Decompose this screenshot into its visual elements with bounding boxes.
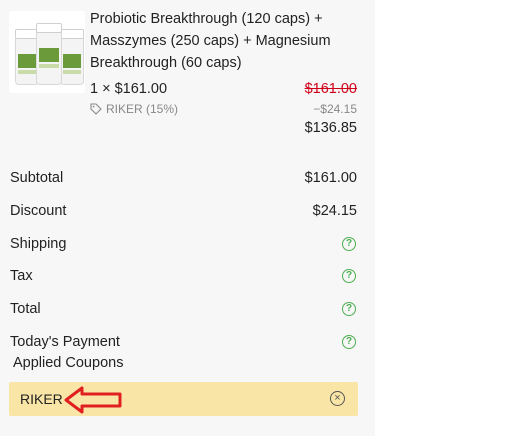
bottle-icon (36, 23, 62, 85)
total-row: Total ? (10, 301, 357, 321)
coupon-code: RIKER (20, 391, 63, 407)
product-title: Probiotic Breakthrough (120 caps) + Mass… (90, 11, 331, 71)
tax-row: Tax ? (10, 268, 357, 288)
applied-coupons-heading: Applied Coupons (13, 355, 124, 371)
subtotal-value: $161.00 (304, 170, 357, 186)
subtotal-label: Subtotal (10, 170, 64, 186)
coupon-tag-label: RIKER (15%) (106, 102, 179, 116)
quantity-price: 1 × $161.00 (90, 81, 168, 97)
discount-row: Discount $24.15 (10, 203, 357, 223)
annotation-arrow-icon (64, 386, 122, 414)
subtotal-row: Subtotal $161.00 (10, 170, 357, 190)
product-coupon-tag: RIKER (15%) (90, 102, 178, 116)
question-icon[interactable]: ? (342, 269, 356, 283)
question-icon[interactable]: ? (342, 302, 356, 316)
todays-payment-row: Today's Payment ? (10, 334, 357, 354)
original-price: $161.00 (304, 81, 357, 97)
order-summary-panel: Probiotic Breakthrough (120 caps) + Mass… (0, 0, 375, 436)
close-circle-icon[interactable]: × (330, 391, 345, 406)
applied-coupon: RIKER × (9, 382, 358, 416)
tax-label: Tax (10, 268, 33, 284)
shipping-row: Shipping ? (10, 236, 357, 256)
todays-payment-label: Today's Payment (10, 334, 120, 350)
tag-icon (90, 103, 102, 115)
product-image (9, 11, 85, 93)
total-label: Total (10, 301, 41, 317)
question-icon[interactable]: ? (342, 335, 356, 349)
discount-amount: −$24.15 (313, 102, 357, 116)
question-icon[interactable]: ? (342, 237, 356, 251)
shipping-label: Shipping (10, 236, 67, 252)
final-price: $136.85 (304, 120, 357, 136)
discount-value: $24.15 (312, 203, 357, 219)
discount-label: Discount (10, 203, 67, 219)
bottle-icon (60, 29, 84, 85)
